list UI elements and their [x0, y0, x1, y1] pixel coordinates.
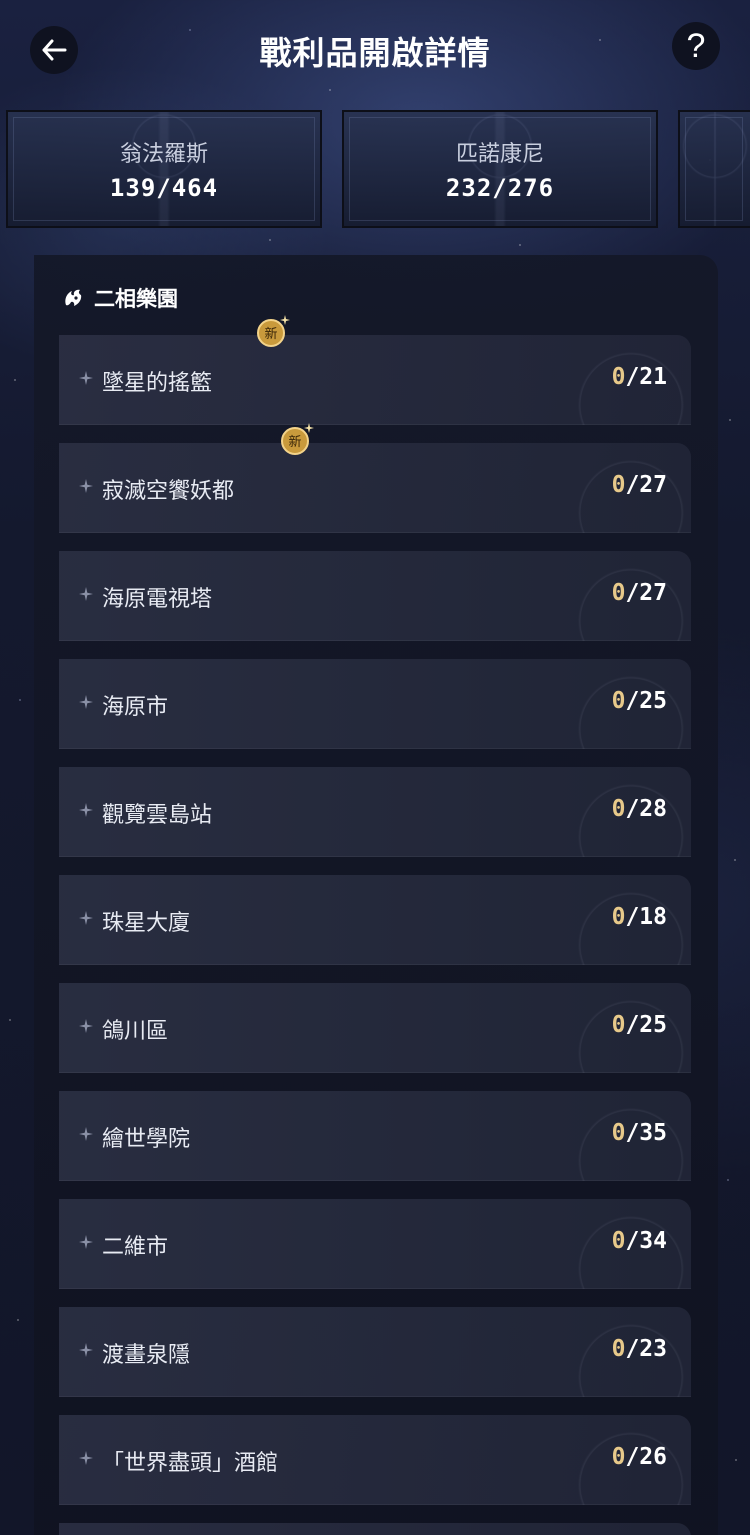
progress-count: 0/34: [611, 1228, 667, 1254]
sparkle-icon: [79, 1343, 93, 1357]
tab-count: 232/276: [445, 174, 555, 202]
section-header: 二相樂園: [60, 283, 178, 313]
tab-emblem-decoration: [680, 112, 750, 226]
list-item[interactable]: 海原電視塔 0/27: [59, 551, 691, 641]
new-badge-icon: 新: [281, 423, 314, 455]
tab-2-partial[interactable]: [678, 110, 750, 228]
location-name: 寂滅空饗妖都: [102, 479, 235, 504]
progress-count: 0/25: [611, 688, 667, 714]
list-item-partial[interactable]: [59, 1523, 691, 1535]
sparkle-icon: [79, 479, 93, 493]
tab-emblem-decoration: [8, 112, 320, 226]
sparkle-icon: [79, 1019, 93, 1033]
location-name: 海原電視塔: [102, 587, 213, 612]
list-item[interactable]: 繪世學院 0/35: [59, 1091, 691, 1181]
progress-count: 0/27: [611, 580, 667, 606]
list-item[interactable]: 海原市 0/25: [59, 659, 691, 749]
list-item[interactable]: 二維市 0/34: [59, 1199, 691, 1289]
new-badge-icon: 新: [257, 315, 290, 347]
progress-count: 0/35: [611, 1120, 667, 1146]
location-name: 珠星大廈: [102, 911, 191, 936]
location-name: 海原市: [102, 695, 169, 720]
tab-count: 139/464: [109, 174, 219, 202]
tab-0[interactable]: 翁法羅斯 139/464: [6, 110, 322, 228]
category-tabs: 翁法羅斯 139/464 匹諾康尼 232/276: [0, 110, 750, 228]
sparkle-icon: [79, 911, 93, 925]
header: 戰利品開啟詳情 ?: [0, 0, 750, 100]
tab-1[interactable]: 匹諾康尼 232/276: [342, 110, 658, 228]
sparkle-icon: [79, 371, 93, 385]
progress-count: 0/28: [611, 796, 667, 822]
svg-text:新: 新: [288, 434, 301, 450]
section-title: 二相樂園: [94, 287, 178, 311]
progress-count: 0/21: [611, 364, 667, 390]
help-button[interactable]: ?: [672, 22, 720, 70]
region-emblem-icon: [65, 289, 82, 306]
location-name: 二維市: [102, 1235, 169, 1260]
question-mark-icon: ?: [686, 26, 706, 65]
sparkle-icon: [79, 695, 93, 709]
list-item[interactable]: 「世界盡頭」酒館 0/26: [59, 1415, 691, 1505]
list-item[interactable]: 鴿川區 0/25: [59, 983, 691, 1073]
tab-name: 翁法羅斯: [119, 142, 208, 167]
sparkle-icon: [79, 1127, 93, 1141]
svg-text:新: 新: [264, 326, 277, 342]
progress-count: 0/27: [611, 472, 667, 498]
list-item[interactable]: 墜星的搖籃 新 0/21: [59, 315, 691, 425]
sparkle-icon: [79, 1451, 93, 1465]
list-item[interactable]: 觀覽雲島站 0/28: [59, 767, 691, 857]
location-name: 觀覽雲島站: [102, 803, 213, 828]
region-panel: 二相樂園 墜星的搖籃 新 0/21 寂滅空饗妖都 新 0/27 海原電視塔 0/…: [34, 255, 718, 1535]
progress-count: 0/23: [611, 1336, 667, 1362]
progress-count: 0/25: [611, 1012, 667, 1038]
progress-count: 0/26: [611, 1444, 667, 1470]
progress-count: 0/18: [611, 904, 667, 930]
location-name: 繪世學院: [102, 1127, 191, 1152]
page-title: 戰利品開啟詳情: [259, 34, 491, 72]
sparkle-icon: [79, 1235, 93, 1249]
location-name: 鴿川區: [102, 1019, 169, 1044]
list-item[interactable]: 寂滅空饗妖都 新 0/27: [59, 423, 691, 533]
tab-emblem-decoration: [344, 112, 656, 226]
sparkle-icon: [79, 587, 93, 601]
location-name: 墜星的搖籃: [102, 371, 213, 396]
list-item[interactable]: 珠星大廈 0/18: [59, 875, 691, 965]
tab-name: 匹諾康尼: [455, 142, 544, 167]
location-name: 「世界盡頭」酒館: [102, 1451, 279, 1476]
list-item[interactable]: 渡畫泉隱 0/23: [59, 1307, 691, 1397]
location-name: 渡畫泉隱: [102, 1343, 191, 1368]
sparkle-icon: [79, 803, 93, 817]
